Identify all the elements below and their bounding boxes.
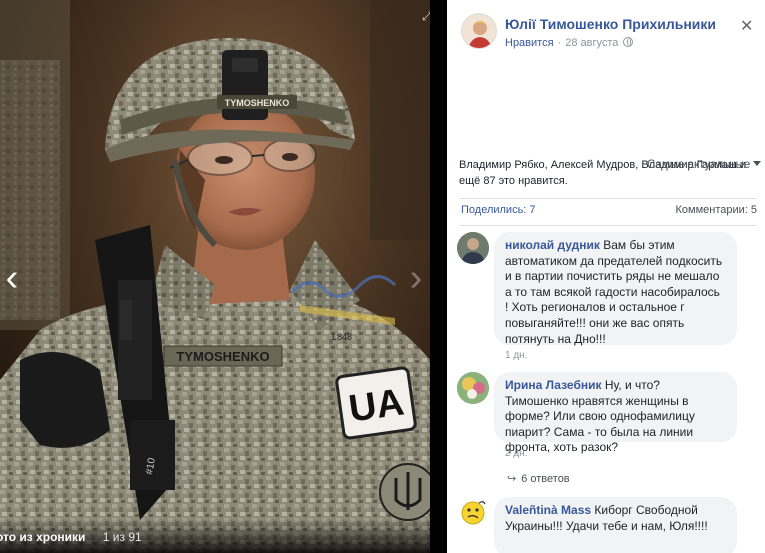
comment-text: Вам бы этим автоматиком да предателей по… (505, 238, 723, 346)
sort-label: Самые актуальные (647, 159, 751, 171)
photo-viewer: TYMOSHENKO #10 TYMOSHENKO L848 UA ‹ › ⤢ … (0, 0, 765, 553)
engagement-row: Поделились: 7 Комментарии: 5 (461, 204, 757, 216)
comment-time[interactable]: 1 дн. (505, 350, 527, 361)
album-link[interactable]: ото из хроники (0, 530, 85, 544)
helmet-name-tape: TYMOSHENKO (225, 98, 290, 108)
divider (459, 198, 757, 199)
likes-summary: Владимир Рябко, Алексей Мудров, Владимир… (459, 157, 762, 191)
post-header: Юлії Тимошенко Прихильники Нравится · 28 а… (447, 0, 765, 60)
reply-arrow-icon: ↩ (507, 473, 517, 485)
comment-author[interactable]: Ирина Лазебник (505, 378, 602, 392)
page-avatar[interactable] (461, 13, 497, 49)
comment-sort-select[interactable]: Самые актуальные (647, 157, 762, 173)
view-replies-link[interactable]: ↩ 6 ответов (507, 472, 570, 485)
close-icon[interactable]: ✕ (740, 16, 753, 36)
comment-bubble: Valeñtinà Mass Киборг Свободной Украины!… (494, 497, 737, 553)
page-name[interactable]: Юлії Тимошенко Прихильники (505, 16, 716, 32)
divider (459, 225, 757, 226)
comment-author[interactable]: николай дудник (505, 238, 600, 252)
comment-author[interactable]: Valeñtinà Mass (505, 503, 591, 517)
chest-name-tape: TYMOSHENKO (176, 349, 269, 364)
comment-time[interactable]: 2 дн. (505, 448, 527, 459)
post-panel: Юлії Тимошенко Прихильники Нравится · 28 а… (447, 0, 765, 553)
ua-patch: UA (346, 381, 406, 430)
post-meta: Нравится · 28 августа (505, 37, 634, 49)
chevron-left-icon[interactable]: ‹ (0, 258, 24, 298)
comments-count[interactable]: Комментарии: 5 (675, 204, 757, 216)
photo-area[interactable]: TYMOSHENKO #10 TYMOSHENKO L848 UA ‹ › ⤢ … (0, 0, 430, 553)
replies-count: 6 ответов (521, 473, 570, 485)
comment-avatar[interactable] (457, 497, 489, 529)
caret-down-icon (753, 161, 762, 166)
post-date[interactable]: 28 августа (565, 37, 618, 49)
shares-link[interactable]: Поделились: 7 (461, 204, 536, 216)
globe-icon (623, 37, 634, 47)
comment-avatar[interactable] (457, 232, 489, 264)
photo-caption: ото из хроники 1 из 91 (0, 518, 430, 553)
comment-avatar[interactable] (457, 372, 489, 404)
expand-icon[interactable]: ⤢ (422, 10, 430, 22)
soldier-photo: TYMOSHENKO #10 TYMOSHENKO L848 UA (0, 0, 430, 553)
photo-counter: 1 из 91 (102, 530, 142, 544)
patch-code: L848 (332, 332, 352, 342)
chevron-right-icon[interactable]: › (404, 258, 428, 298)
comment-bubble: николай дудник Вам бы этим автоматиком д… (494, 232, 737, 346)
like-page-link[interactable]: Нравится (505, 37, 554, 49)
comment-bubble: Ирина Лазебник Ну, и что? Тимошенко нрав… (494, 372, 737, 454)
